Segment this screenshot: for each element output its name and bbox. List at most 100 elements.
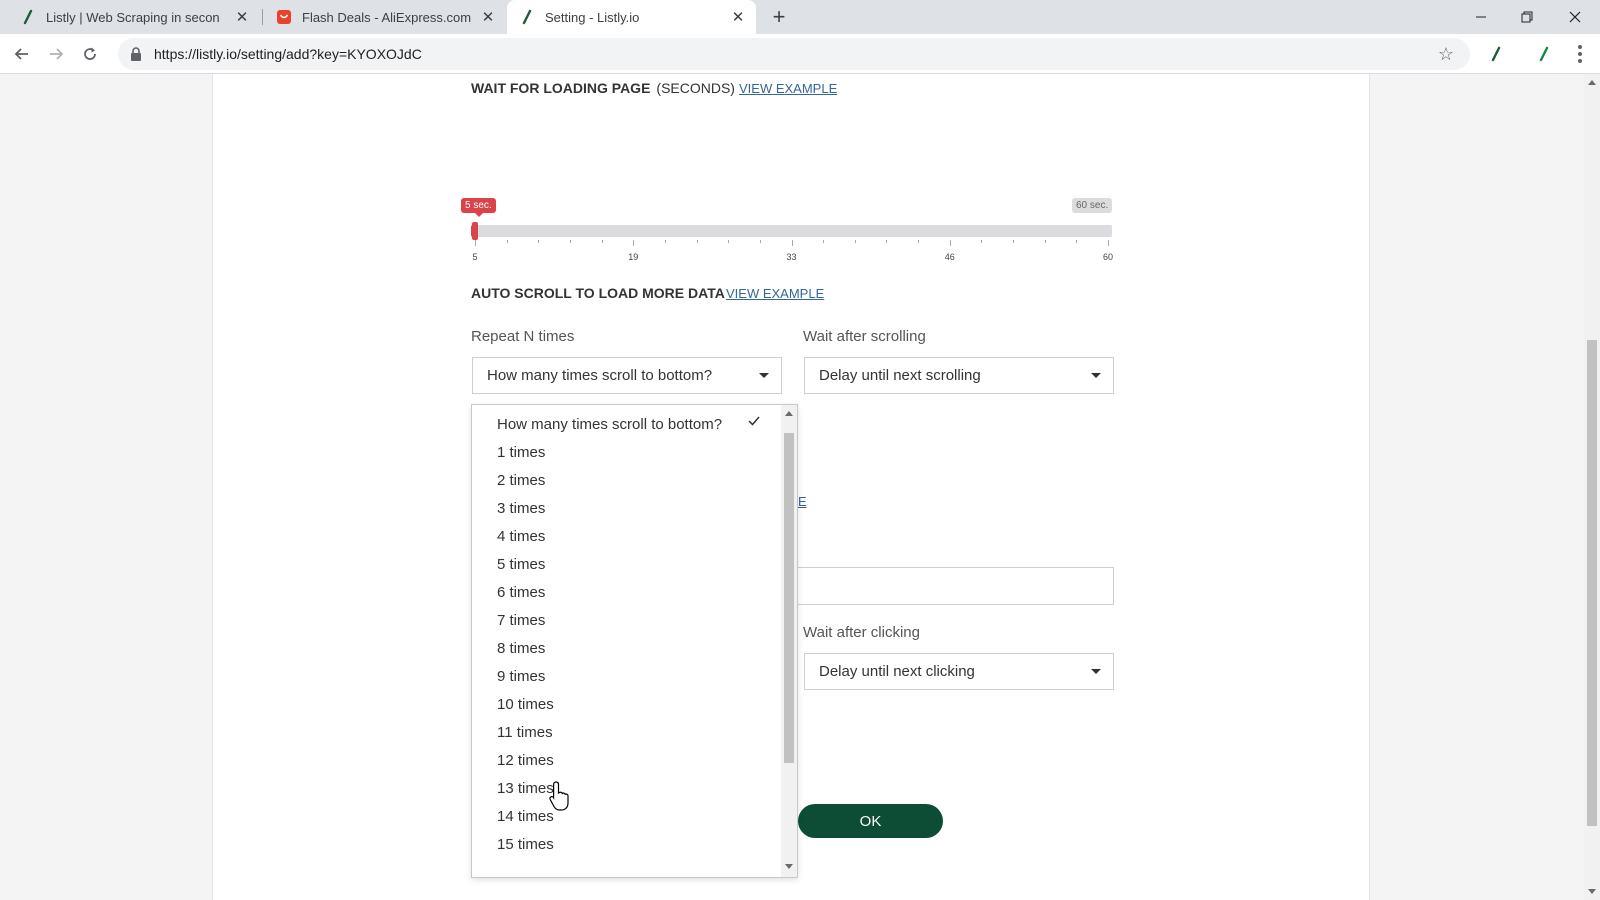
tab-title: Setting - Listly.io: [545, 9, 640, 25]
tab-title: Listly | Web Scraping in secon: [46, 9, 220, 25]
slider-tick-label: 19: [628, 252, 639, 262]
dropdown-option[interactable]: 9 times: [497, 668, 545, 685]
slider-tick: [538, 240, 540, 243]
dropdown-option[interactable]: 12 times: [497, 752, 554, 769]
scroll-down-arrow-icon[interactable]: [1588, 889, 1596, 894]
slider-tick-label: 46: [944, 252, 955, 262]
tab-title: Flash Deals - AliExpress.com: [302, 9, 472, 25]
reload-icon[interactable]: [76, 40, 104, 68]
checkmark-icon: [748, 416, 760, 426]
bookmark-star-icon[interactable]: ☆: [1434, 44, 1458, 65]
browser-toolbar: https://listly.io/setting/add?key=KYOXOJ…: [0, 34, 1600, 74]
repeat-dropdown-list[interactable]: How many times scroll to bottom? 1 times 2…: [471, 404, 798, 878]
auto-click-example-link[interactable]: E: [798, 494, 807, 509]
wait-loading-title: WAIT FOR LOADING PAGE (SECONDS): [471, 80, 735, 96]
slider-tick: [1013, 240, 1015, 243]
wait-click-select[interactable]: Delay until next clicking: [804, 653, 1114, 690]
lock-icon: [130, 47, 144, 61]
wait-scroll-select-value: Delay until next scrolling: [819, 367, 981, 384]
address-bar[interactable]: https://listly.io/setting/add?key=KYOXOJ…: [118, 38, 1470, 70]
url-text: https://listly.io/setting/add?key=KYOXOJ…: [154, 46, 422, 62]
ok-button[interactable]: OK: [798, 804, 943, 838]
window-close-icon[interactable]: [1552, 0, 1598, 34]
slider-tick-label: 60: [1102, 252, 1114, 262]
tab-aliexpress[interactable]: Flash Deals - AliExpress.com ✕: [264, 0, 506, 34]
slider-tick: [1044, 240, 1046, 243]
tab-strip: Listly | Web Scraping in secon ✕ Flash D…: [0, 0, 1600, 34]
slider-tick: [1108, 240, 1109, 246]
slider-tick: [633, 240, 635, 246]
repeat-label: Repeat N times: [471, 328, 575, 345]
dropdown-option[interactable]: 8 times: [497, 640, 545, 657]
dropdown-option[interactable]: 2 times: [497, 472, 545, 489]
slider-tick: [475, 240, 476, 246]
dropdown-option[interactable]: 11 times: [497, 724, 553, 741]
scroll-down-arrow-icon[interactable]: [785, 864, 793, 869]
dropdown-option[interactable]: 5 times: [497, 556, 545, 573]
auto-scroll-example-link[interactable]: VIEW EXAMPLE: [726, 286, 824, 301]
slider-tick: [791, 240, 793, 246]
wait-scroll-label: Wait after scrolling: [803, 328, 926, 345]
wait-click-label: Wait after clicking: [803, 624, 920, 641]
close-icon[interactable]: ✕: [476, 5, 500, 29]
page-scrollbar[interactable]: [1584, 74, 1600, 900]
tab-listly-home[interactable]: Listly | Web Scraping in secon ✕: [8, 0, 260, 34]
page-scroll-thumb[interactable]: [1587, 340, 1597, 826]
chevron-down-icon: [759, 373, 769, 378]
hand-cursor-icon: [549, 781, 569, 811]
dropdown-option[interactable]: 13 times: [497, 780, 554, 797]
scroll-up-arrow-icon[interactable]: [1588, 80, 1596, 85]
slider-tick-label: 5: [472, 252, 478, 262]
wait-loading-slider[interactable]: [471, 225, 1112, 237]
slider-handle[interactable]: [472, 222, 478, 240]
tab-separator: [262, 9, 263, 25]
close-icon[interactable]: ✕: [230, 5, 254, 29]
slider-tick: [664, 240, 666, 243]
slider-tick: [728, 240, 730, 243]
close-icon[interactable]: ✕: [726, 5, 750, 29]
slider-min-badge: 5 sec.: [461, 198, 496, 217]
repeat-select-value: How many times scroll to bottom?: [487, 367, 713, 384]
dropdown-option[interactable]: 6 times: [497, 584, 545, 601]
slider-tick: [886, 240, 888, 243]
chevron-down-icon: [1091, 373, 1101, 378]
dropdown-scrollbar[interactable]: [781, 405, 797, 877]
auto-scroll-title: AUTO SCROLL TO LOAD MORE DATA: [471, 285, 725, 301]
browser-menu-icon[interactable]: [1570, 42, 1590, 66]
slider-tick: [823, 240, 825, 243]
listly-extension-icon[interactable]: [1486, 44, 1506, 64]
slider-tick: [949, 240, 951, 246]
new-tab-button[interactable]: +: [766, 4, 792, 30]
minimize-icon[interactable]: [1458, 0, 1504, 34]
slider-tick: [569, 240, 571, 243]
dropdown-option[interactable]: 1 times: [497, 444, 545, 461]
slider-tick: [981, 240, 983, 243]
slider-tick: [1076, 240, 1078, 243]
dropdown-scroll-thumb[interactable]: [784, 433, 794, 763]
wait-scroll-select[interactable]: Delay until next scrolling: [804, 357, 1114, 394]
dropdown-option[interactable]: 7 times: [497, 612, 545, 629]
page-viewport: WAIT FOR LOADING PAGE (SECONDS) VIEW EXAM…: [0, 74, 1584, 900]
wait-loading-unit: (SECONDS): [656, 80, 735, 96]
back-arrow-icon[interactable]: [8, 40, 36, 68]
dropdown-option[interactable]: 3 times: [497, 500, 545, 517]
dropdown-option-placeholder[interactable]: How many times scroll to bottom?: [497, 416, 722, 433]
chevron-down-icon: [1091, 669, 1101, 674]
listly-extension-active-icon[interactable]: [1534, 44, 1554, 64]
listly-icon: [20, 9, 36, 25]
wait-loading-example-link[interactable]: VIEW EXAMPLE: [739, 81, 837, 96]
dropdown-option[interactable]: 4 times: [497, 528, 545, 545]
forward-arrow-icon[interactable]: [42, 40, 70, 68]
listly-icon: [519, 9, 535, 25]
repeat-select[interactable]: How many times scroll to bottom?: [472, 357, 782, 394]
tab-setting-listly[interactable]: Setting - Listly.io ✕: [507, 0, 756, 34]
restore-icon[interactable]: [1504, 0, 1550, 34]
scroll-up-arrow-icon[interactable]: [785, 411, 793, 416]
aliexpress-icon: [276, 9, 292, 25]
dropdown-option[interactable]: 10 times: [497, 696, 554, 713]
wait-click-select-value: Delay until next clicking: [819, 663, 975, 680]
dropdown-option[interactable]: 15 times: [497, 836, 554, 853]
slider-tick: [759, 240, 761, 243]
slider-tick: [854, 240, 856, 243]
dropdown-option[interactable]: 14 times: [497, 808, 554, 825]
